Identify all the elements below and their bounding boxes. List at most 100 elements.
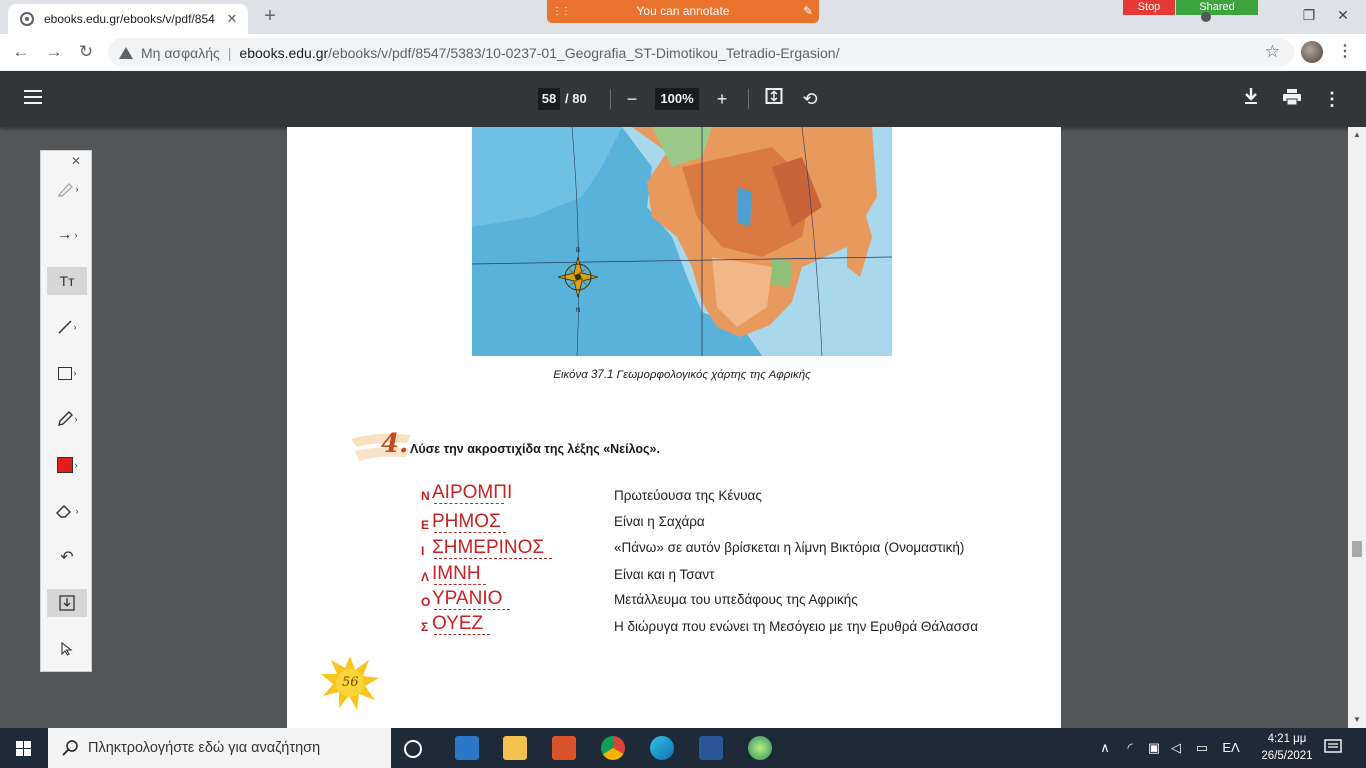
- url-path: /ebooks/v/pdf/8547/5383/10-0237-01_Geogr…: [328, 44, 840, 61]
- page-number-input[interactable]: 58: [538, 88, 560, 110]
- highlighter-icon[interactable]: ›: [47, 175, 87, 203]
- start-button[interactable]: [0, 728, 48, 768]
- windows-logo-icon: [16, 741, 31, 756]
- download-icon[interactable]: [1239, 87, 1263, 111]
- restore-window-icon[interactable]: ❐: [1297, 4, 1321, 26]
- text-icon[interactable]: Tт: [47, 267, 87, 295]
- taskbar-clock[interactable]: 4:21 μμ 26/5/2021: [1252, 731, 1322, 765]
- pointer-icon[interactable]: [47, 635, 87, 663]
- line-icon[interactable]: ›: [47, 313, 87, 341]
- acrostic-row: Σ ΟΥΕΖ Η διώρυγα που ενώνει τη Μεσόγειο …: [287, 613, 1061, 637]
- scroll-up-icon[interactable]: ▲: [1348, 127, 1366, 143]
- acrostic-answer[interactable]: ΥΡΑΝΙΟ: [432, 588, 502, 610]
- annotate-banner[interactable]: ⋮⋮ You can annotate ✎: [547, 0, 819, 23]
- task-view-app-icon[interactable]: [455, 736, 479, 760]
- page-number: 56: [342, 675, 359, 690]
- reload-icon[interactable]: ↻: [74, 40, 98, 64]
- toolbar-divider: [610, 89, 611, 109]
- warning-icon[interactable]: [119, 46, 133, 59]
- acrostic-initial: Ι: [421, 544, 425, 558]
- browser-menu-icon[interactable]: ⋮: [1335, 40, 1355, 64]
- browser-tab[interactable]: ebooks.edu.gr/ebooks/v/pdf/854 ✕: [8, 4, 248, 34]
- scroll-down-icon[interactable]: ▼: [1348, 712, 1366, 728]
- volume-icon[interactable]: ◁: [1166, 728, 1186, 768]
- acrostic-initial: Ε: [421, 518, 430, 532]
- palette-close-icon[interactable]: ✕: [71, 154, 81, 168]
- cortana-icon[interactable]: [404, 740, 422, 758]
- drag-handle-icon[interactable]: ⋮⋮: [552, 0, 571, 23]
- site-favicon-icon: [20, 12, 34, 26]
- print-icon[interactable]: [1280, 87, 1304, 111]
- back-icon[interactable]: ←: [9, 40, 33, 64]
- taskbar-search-box[interactable]: Πληκτρολογήστε εδώ για αναζήτηση: [48, 728, 391, 768]
- fit-page-icon[interactable]: [762, 87, 786, 111]
- tray-expand-icon[interactable]: ∧: [1095, 728, 1115, 768]
- pdf-toolbar: 58 / 80 − 100% + ⟲ ⋮: [0, 71, 1366, 127]
- address-bar[interactable]: Μη ασφαλής | ebooks.edu.gr /ebooks/v/pdf…: [108, 38, 1294, 67]
- vertical-scrollbar[interactable]: ▲ ▼: [1348, 127, 1366, 728]
- edge-icon[interactable]: [650, 736, 674, 760]
- pdf-page: Β Ν Εικόνα 37.1 Γεωμορφολογικός χάρτης τ…: [287, 127, 1061, 728]
- save-icon[interactable]: [47, 589, 87, 617]
- notifications-icon[interactable]: [1324, 738, 1342, 756]
- shared-status-button[interactable]: Shared: [1176, 0, 1258, 15]
- zoom-input[interactable]: 100%: [655, 88, 699, 110]
- acrostic-answer[interactable]: ΡΗΜΟΣ: [432, 511, 501, 533]
- africa-map-image: Β Ν: [472, 127, 892, 356]
- presentation-app-icon[interactable]: [552, 736, 576, 760]
- undo-icon[interactable]: ↶: [47, 543, 87, 571]
- compass-north-label: Β: [576, 248, 580, 254]
- search-icon: [62, 740, 78, 756]
- screen-annotation-app-icon[interactable]: [748, 736, 772, 760]
- rectangle-icon[interactable]: ›: [47, 359, 87, 387]
- word-icon[interactable]: [699, 736, 723, 760]
- acrostic-clue: Είναι και η Τσαντ: [614, 567, 715, 582]
- close-window-icon[interactable]: ✕: [1331, 4, 1355, 26]
- url-separator: |: [227, 44, 232, 61]
- arrow-icon[interactable]: → ›: [47, 221, 87, 249]
- scrollbar-thumb[interactable]: [1352, 541, 1362, 557]
- acrostic-answer[interactable]: ΟΥΕΖ: [432, 613, 483, 635]
- acrostic-answer[interactable]: ΙΜΝΗ: [432, 563, 481, 585]
- rotate-icon[interactable]: ⟲: [798, 87, 822, 111]
- file-explorer-icon[interactable]: [503, 736, 527, 760]
- zoom-in-icon[interactable]: +: [710, 87, 734, 111]
- pdf-more-icon[interactable]: ⋮: [1320, 87, 1344, 111]
- answer-blank-line: [434, 558, 552, 559]
- tab-close-icon[interactable]: ✕: [222, 11, 242, 27]
- acrostic-clue: Μετάλλευμα του υπεδάφους της Αφρικής: [614, 592, 858, 607]
- acrostic-row: Ο ΥΡΑΝΙΟ Μετάλλευμα του υπεδάφους της Αφ…: [287, 588, 1061, 612]
- answer-blank-line: [434, 584, 486, 585]
- answer-blank-line: [434, 609, 510, 610]
- recording-indicator-icon: [1201, 12, 1211, 22]
- toolbar-divider: [748, 89, 749, 109]
- map-caption: Εικόνα 37.1 Γεωμορφολογικός χάρτης της Α…: [553, 369, 811, 381]
- new-tab-button[interactable]: +: [259, 6, 281, 28]
- hamburger-menu-icon[interactable]: [24, 90, 42, 92]
- forward-icon[interactable]: →: [42, 40, 66, 64]
- acrostic-row: Λ ΙΜΝΗ Είναι και η Τσαντ: [287, 563, 1061, 587]
- acrostic-clue: «Πάνω» σε αυτόν βρίσκεται η λίμνη Βικτόρ…: [614, 540, 965, 555]
- wifi-icon[interactable]: ◜: [1120, 728, 1140, 768]
- zoom-out-icon[interactable]: −: [620, 87, 644, 111]
- language-indicator[interactable]: ΕΛ: [1218, 728, 1244, 768]
- question-text: Λύσε την ακροστιχίδα της λέξης «Νείλος».: [410, 442, 660, 456]
- chrome-icon[interactable]: [601, 736, 625, 760]
- color-red-icon[interactable]: ›: [47, 451, 87, 479]
- stop-share-button[interactable]: Stop: [1123, 0, 1175, 15]
- tab-title: ebooks.edu.gr/ebooks/v/pdf/854: [44, 12, 215, 26]
- unpin-icon[interactable]: ✎: [803, 0, 813, 23]
- search-placeholder: Πληκτρολογήστε εδώ για αναζήτηση: [88, 740, 321, 756]
- acrostic-initial: Ο: [421, 595, 431, 609]
- bookmark-star-icon[interactable]: ☆: [1265, 42, 1280, 62]
- taskbar: Πληκτρολογήστε εδώ για αναζήτηση ∧ ◜ ▣ ◁…: [0, 728, 1366, 768]
- pen-icon[interactable]: ›: [47, 405, 87, 433]
- battery-icon[interactable]: ▭: [1192, 728, 1212, 768]
- eraser-icon[interactable]: ›: [47, 497, 87, 525]
- answer-blank-line: [434, 532, 506, 533]
- profile-avatar[interactable]: [1301, 41, 1323, 63]
- security-label[interactable]: Μη ασφαλής: [141, 45, 220, 61]
- camera-icon[interactable]: ▣: [1144, 728, 1164, 768]
- acrostic-answer[interactable]: ΑΙΡΟΜΠΙ: [432, 482, 512, 504]
- acrostic-answer[interactable]: ΣΗΜΕΡΙΝΟΣ: [432, 537, 544, 559]
